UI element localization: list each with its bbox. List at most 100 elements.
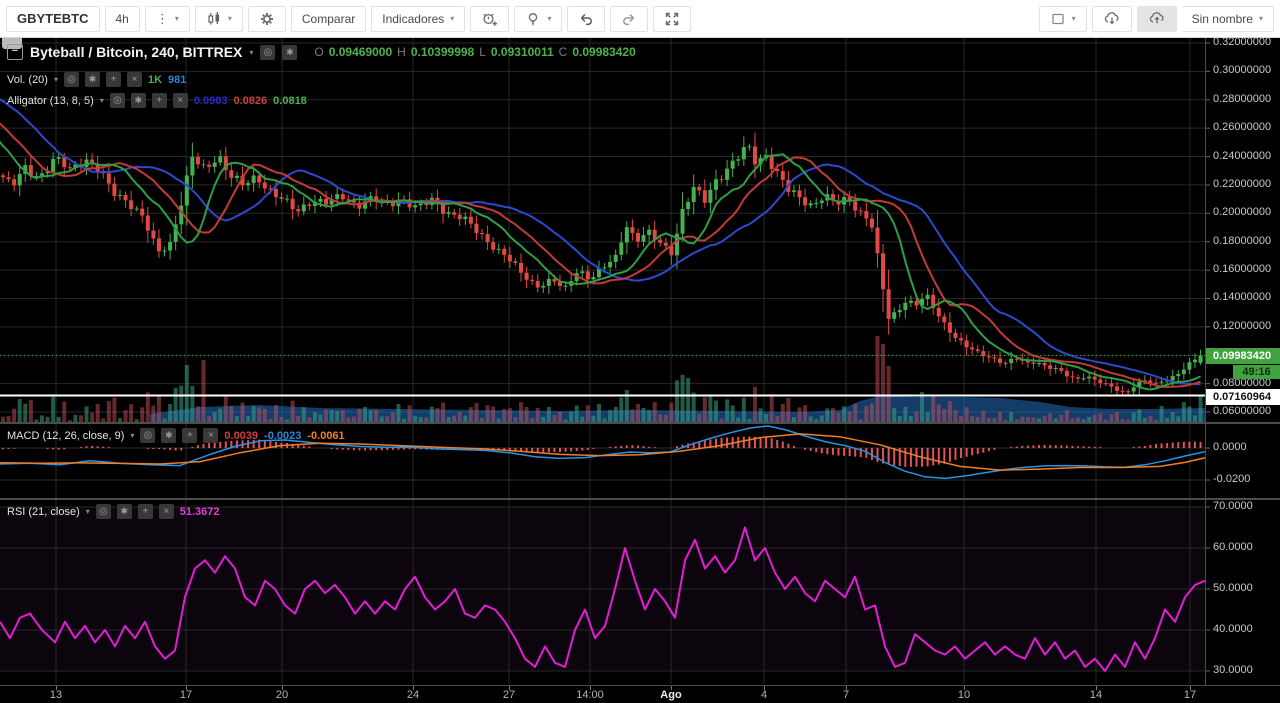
- price-axis-label: 0.12000000: [1213, 319, 1272, 332]
- time-axis-label: 7: [842, 689, 850, 701]
- alligator-jaw-value: 0.0903: [193, 94, 228, 107]
- close-icon[interactable]: [158, 504, 174, 519]
- chart-properties-button[interactable]: [247, 5, 286, 32]
- volume-legend: Vol. (20) ▾ 1K 981: [7, 72, 186, 87]
- layout-name-label: Sin nombre: [1191, 11, 1253, 26]
- rsi-axis-label: 60.0000: [1213, 541, 1253, 553]
- eye-icon[interactable]: [63, 72, 79, 87]
- chevron-down-icon: ▾: [249, 47, 254, 57]
- price-axis-label: 0.32000000: [1213, 38, 1272, 48]
- low-value: 0.09310011: [490, 45, 554, 59]
- rsi-axis-label: 70.0000: [1213, 500, 1253, 512]
- plus-icon[interactable]: [151, 93, 167, 108]
- eye-icon[interactable]: [140, 428, 156, 443]
- add-alert-button[interactable]: [470, 5, 510, 32]
- alligator-teeth-line: [0, 122, 1201, 388]
- chart-area[interactable]: − Byteball / Bitcoin, 240, BITTREX ▾ O0.…: [0, 38, 1280, 685]
- close-icon[interactable]: [126, 72, 142, 87]
- candles: [1, 132, 1203, 396]
- time-axis-label: 20: [275, 689, 289, 701]
- chart-title[interactable]: Byteball / Bitcoin, 240, BITTREX: [30, 44, 242, 60]
- gear-icon: [259, 11, 275, 27]
- rsi-value: 51.3672: [179, 505, 220, 518]
- close-icon[interactable]: [203, 428, 219, 443]
- interval-menu-button[interactable]: ⋮ ▾: [144, 5, 190, 32]
- alligator-legend: Alligator (13, 8, 5) ▾ 0.0903 0.0826 0.0…: [7, 93, 307, 108]
- layout-button[interactable]: ▾: [1038, 5, 1087, 32]
- chevron-down-icon: ▾: [85, 507, 90, 516]
- undo-button[interactable]: [567, 5, 606, 32]
- rsi-legend: RSI (21, close) ▾ 51.3672: [7, 504, 220, 519]
- macd-hist-value: 0.0039: [224, 429, 259, 442]
- plus-icon[interactable]: [182, 428, 198, 443]
- gear-icon[interactable]: [130, 93, 146, 108]
- alarm-clock-plus-icon: [481, 11, 498, 27]
- time-axis[interactable]: 13 17 20 24 27 14:00 Ago 4 7 10 14 17: [0, 685, 1280, 703]
- price-axis[interactable]: 0.09983420 49:16 0.07160964 0.32000000 0.…: [1206, 38, 1280, 685]
- interval-label: 4h: [115, 11, 129, 26]
- countdown-badge: 49:16: [1233, 365, 1280, 379]
- interval-button[interactable]: 4h: [104, 5, 140, 32]
- price-axis-label: 0.24000000: [1213, 149, 1272, 162]
- eye-icon[interactable]: [95, 504, 111, 519]
- macd-legend: MACD (12, 26, close, 9) ▾ 0.0039 -0.0023…: [7, 428, 345, 443]
- alligator-label[interactable]: Alligator (13, 8, 5): [7, 95, 94, 107]
- save-layout-button[interactable]: [1136, 5, 1177, 32]
- time-axis-label: Ago: [660, 689, 682, 701]
- chevron-down-icon: ▾: [227, 14, 232, 23]
- price-axis-label: 0.22000000: [1213, 177, 1272, 190]
- time-axis-label: 24: [406, 689, 420, 701]
- gear-icon[interactable]: [161, 428, 177, 443]
- chart-style-button[interactable]: ▾: [194, 5, 243, 32]
- chevron-down-icon: ▾: [174, 14, 179, 23]
- indicators-button[interactable]: Indicadores ▾: [371, 5, 466, 32]
- lightbulb-icon: [525, 11, 541, 27]
- macd-label[interactable]: MACD (12, 26, close, 9): [7, 430, 124, 442]
- eye-icon[interactable]: [260, 44, 276, 60]
- toolbar-right-group: ▾ Sin nombre ▾: [1038, 5, 1274, 32]
- cloud-upload-icon: [1148, 11, 1166, 27]
- ideas-button[interactable]: ▾: [514, 5, 563, 32]
- layout-name-button[interactable]: Sin nombre ▾: [1181, 5, 1274, 32]
- gear-icon[interactable]: [84, 72, 100, 87]
- chevron-down-icon: ▾: [1258, 14, 1263, 23]
- gear-icon[interactable]: [282, 44, 298, 60]
- price-axis-label: 0.30000000: [1213, 64, 1272, 77]
- collapse-icon[interactable]: −: [7, 44, 23, 60]
- last-price-badge: 0.09983420: [1206, 348, 1280, 364]
- symbol-button[interactable]: GBYTEBTC: [6, 5, 100, 32]
- compare-label: Comparar: [301, 11, 356, 26]
- price-axis-label: 0.18000000: [1213, 234, 1272, 247]
- candlestick-icon: [206, 11, 222, 27]
- compare-button[interactable]: Comparar: [290, 5, 367, 32]
- symbol-label: GBYTEBTC: [17, 11, 89, 26]
- chevron-down-icon: ▾: [99, 96, 104, 105]
- chart-canvas[interactable]: [0, 38, 1280, 685]
- time-axis-label: 14: [1089, 689, 1103, 701]
- alligator-lips-line: [0, 140, 1201, 391]
- fullscreen-button[interactable]: [653, 5, 692, 32]
- redo-button[interactable]: [610, 5, 649, 32]
- price-axis-label: 0.14000000: [1213, 291, 1272, 304]
- rsi-axis-label: 40.0000: [1213, 623, 1253, 635]
- macd-axis-label: -0.0200: [1213, 473, 1251, 485]
- chevron-down-icon: ▾: [547, 14, 552, 23]
- load-layout-button[interactable]: [1091, 5, 1132, 32]
- time-axis-label: 17: [1183, 689, 1197, 701]
- chevron-down-icon: ▾: [53, 75, 58, 84]
- time-axis-label: 27: [502, 689, 516, 701]
- open-value: 0.09469000: [328, 45, 393, 59]
- price-axis-label: 0.26000000: [1213, 121, 1272, 134]
- eye-icon[interactable]: [109, 93, 125, 108]
- layout-grid-icon: [1050, 11, 1066, 27]
- rsi-label[interactable]: RSI (21, close): [7, 506, 80, 518]
- kebab-icon: ⋮: [155, 10, 169, 26]
- close-icon[interactable]: [172, 93, 188, 108]
- chevron-down-icon: ▾: [450, 14, 455, 23]
- plus-icon[interactable]: [105, 72, 121, 87]
- high-value: 0.10399998: [410, 45, 475, 59]
- gear-icon[interactable]: [116, 504, 132, 519]
- volume-label[interactable]: Vol. (20): [7, 74, 48, 86]
- plus-icon[interactable]: [137, 504, 153, 519]
- rsi-axis-label: 30.0000: [1213, 664, 1253, 676]
